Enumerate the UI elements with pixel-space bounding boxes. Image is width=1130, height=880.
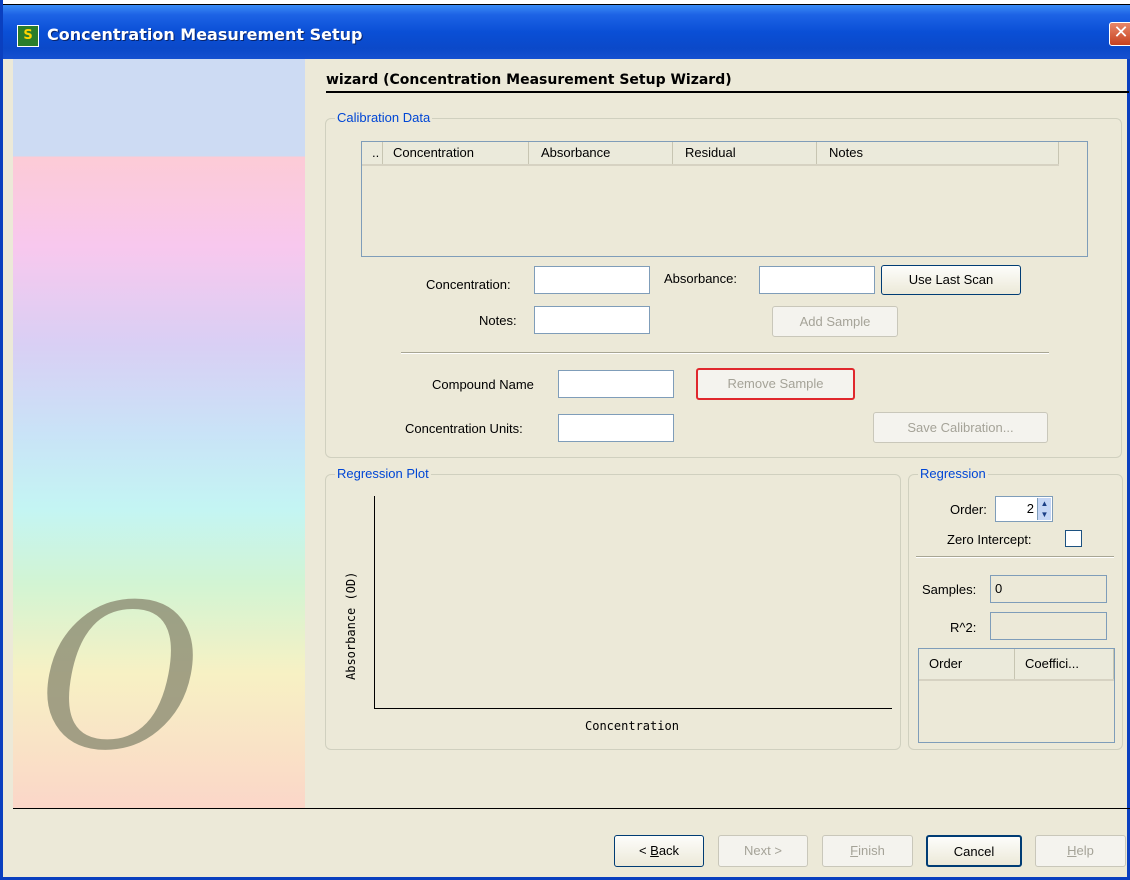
back-rest: ack (658, 843, 680, 858)
column-header-order[interactable]: Order (919, 649, 1015, 679)
calibration-table[interactable]: .. Concentration Absorbance Residual Not… (361, 141, 1088, 257)
title-divider (326, 91, 1129, 93)
column-header-absorbance[interactable]: Absorbance (529, 142, 673, 164)
regression-legend: Regression (918, 466, 988, 481)
spinner-up-icon[interactable]: ▲ (1038, 498, 1051, 509)
column-header-notes[interactable]: Notes (817, 142, 1059, 164)
spinner-down-icon[interactable]: ▼ (1038, 509, 1051, 520)
finish-button[interactable]: Finish (822, 835, 913, 867)
cancel-button[interactable]: Cancel (926, 835, 1022, 867)
concentration-label: Concentration: (426, 277, 511, 292)
back-button[interactable]: < Back (614, 835, 704, 867)
remove-sample-button[interactable]: Remove Sample (696, 368, 855, 400)
window-title: Concentration Measurement Setup (47, 25, 363, 44)
samples-label: Samples: (922, 582, 977, 597)
absorbance-label: Absorbance: (664, 271, 737, 286)
page-title: wizard (Concentration Measurement Setup … (326, 72, 732, 88)
absorbance-input[interactable] (759, 266, 875, 294)
notes-label: Notes: (479, 313, 517, 328)
order-spinner-arrows[interactable]: ▲ ▼ (1037, 498, 1051, 520)
close-icon[interactable]: ✕ (1109, 22, 1130, 46)
order-label: Order: (950, 502, 987, 517)
wizard-side-banner: O (13, 59, 305, 809)
use-last-scan-button[interactable]: Use Last Scan (881, 265, 1021, 295)
samples-field: 0 (990, 575, 1107, 603)
plot-x-axis-label: Concentration (585, 719, 679, 733)
back-mnemonic: B (650, 843, 659, 858)
calibration-separator (401, 352, 1049, 354)
concentration-units-label: Concentration Units: (405, 421, 523, 436)
add-sample-button[interactable]: Add Sample (772, 306, 898, 337)
app-icon: S (17, 25, 39, 47)
plot-y-axis-label: Absorbance (OD) (344, 571, 358, 680)
r-squared-label: R^2: (950, 620, 977, 635)
notes-input[interactable] (534, 306, 650, 334)
compound-name-input[interactable] (558, 370, 674, 398)
coefficients-table[interactable]: Order Coeffici... (918, 648, 1115, 743)
next-button[interactable]: Next > (718, 835, 808, 867)
finish-mnemonic: F (850, 843, 859, 858)
compound-name-label: Compound Name (432, 377, 534, 392)
r-squared-field (990, 612, 1107, 640)
dialog-window: S Concentration Measurement Setup ✕ O wi… (0, 0, 1130, 880)
concentration-units-input[interactable] (558, 414, 674, 442)
regression-separator (916, 556, 1114, 558)
back-prefix: < (638, 843, 651, 858)
column-header-index[interactable]: .. (362, 142, 383, 164)
help-mnemonic: H (1067, 843, 1077, 858)
coefficients-table-header: Order Coeffici... (919, 649, 1114, 681)
calibration-table-header: .. Concentration Absorbance Residual Not… (362, 142, 1059, 166)
help-rest: elp (1076, 843, 1094, 858)
column-header-concentration[interactable]: Concentration (383, 142, 529, 164)
brand-logo: O (38, 562, 202, 795)
calibration-data-legend: Calibration Data (335, 110, 433, 125)
finish-rest: inish (858, 843, 885, 858)
zero-intercept-label: Zero Intercept: (947, 532, 1032, 547)
column-header-coefficient[interactable]: Coeffici... (1015, 649, 1114, 679)
help-button[interactable]: Help (1035, 835, 1126, 867)
save-calibration-button[interactable]: Save Calibration... (873, 412, 1048, 443)
regression-plot-legend: Regression Plot (335, 466, 431, 481)
plot-y-axis (374, 496, 375, 709)
title-bar[interactable]: S Concentration Measurement Setup ✕ (3, 5, 1130, 59)
concentration-input[interactable] (534, 266, 650, 294)
column-header-residual[interactable]: Residual (673, 142, 817, 164)
plot-x-axis (374, 708, 892, 709)
zero-intercept-checkbox[interactable] (1065, 530, 1082, 547)
footer-divider (13, 808, 1130, 809)
